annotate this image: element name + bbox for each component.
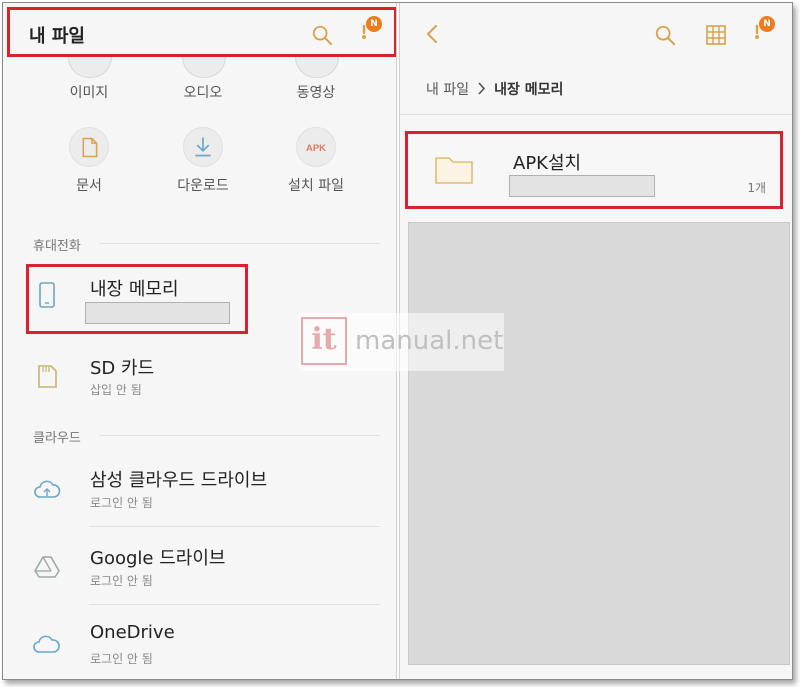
section-title-phone: 휴대전화 xyxy=(33,239,81,254)
title-highlight xyxy=(7,7,396,57)
cloud-name: 삼성 클라우드 드라이브 xyxy=(90,470,268,491)
google-drive-icon xyxy=(33,553,61,581)
internal-storage-header: N xyxy=(400,3,792,59)
image-icon[interactable] xyxy=(68,57,112,78)
sd-card-icon xyxy=(33,362,61,390)
cloud-item-onedrive[interactable]: OneDrive 로그인 안 됨 xyxy=(29,614,379,676)
notification-badge: N xyxy=(759,16,775,32)
audio-icon[interactable] xyxy=(182,57,226,78)
list-divider xyxy=(89,604,380,605)
watermark-logo: it xyxy=(301,317,347,365)
header-divider xyxy=(400,114,792,115)
category-label-audio[interactable]: 오디오 xyxy=(158,82,248,102)
cloud-item-samsung[interactable]: 삼성 클라우드 드라이브 로그인 안 됨 xyxy=(29,458,379,520)
breadcrumb-root[interactable]: 내 파일 xyxy=(426,82,469,98)
breadcrumb-current[interactable]: 내장 메모리 xyxy=(494,82,563,98)
grid-view-icon[interactable] xyxy=(705,24,727,46)
samsung-cloud-icon xyxy=(33,476,61,504)
notification-icon[interactable]: N xyxy=(745,16,775,48)
watermark: it manual.net xyxy=(299,313,504,371)
watermark-text: manual.net xyxy=(355,326,504,356)
document-icon[interactable] xyxy=(69,127,109,167)
cloud-name: OneDrive xyxy=(90,622,175,643)
list-divider xyxy=(89,526,380,527)
empty-list-area xyxy=(408,222,790,665)
download-icon[interactable] xyxy=(183,127,223,167)
section-divider xyxy=(99,243,380,244)
cloud-item-google-drive[interactable]: Google 드라이브 로그인 안 됨 xyxy=(29,536,379,598)
section-title-cloud: 클라우드 xyxy=(33,431,81,446)
section-divider xyxy=(99,435,380,436)
chevron-right-icon xyxy=(477,82,486,95)
cloud-status: 로그인 안 됨 xyxy=(90,496,153,510)
folder-highlight xyxy=(405,131,783,209)
cloud-status: 로그인 안 됨 xyxy=(90,652,153,666)
onedrive-icon xyxy=(33,631,61,659)
video-icon[interactable] xyxy=(295,57,339,78)
storage-name: SD 카드 xyxy=(90,358,155,379)
breadcrumb: 내 파일 내장 메모리 xyxy=(426,79,563,99)
search-icon[interactable] xyxy=(654,24,676,46)
cloud-status: 로그인 안 됨 xyxy=(90,574,153,588)
storage-status: 삽입 안 됨 xyxy=(90,383,142,397)
category-label-download[interactable]: 다운로드 xyxy=(158,175,248,195)
category-label-document[interactable]: 문서 xyxy=(44,175,134,195)
cloud-name: Google 드라이브 xyxy=(90,548,226,569)
category-label-video[interactable]: 동영상 xyxy=(271,82,361,102)
back-icon[interactable] xyxy=(424,23,440,45)
category-label-install-files[interactable]: 설치 파일 xyxy=(271,175,361,195)
internal-storage-highlight xyxy=(26,264,248,334)
svg-text:APK: APK xyxy=(306,143,326,154)
screenshot-frame: 내 파일 N 이미지 오디오 동영상 APK 문서 다운로드 설치 파일 휴대전… xyxy=(2,2,793,680)
category-label-image[interactable]: 이미지 xyxy=(44,82,134,102)
apk-icon[interactable]: APK xyxy=(296,127,336,167)
